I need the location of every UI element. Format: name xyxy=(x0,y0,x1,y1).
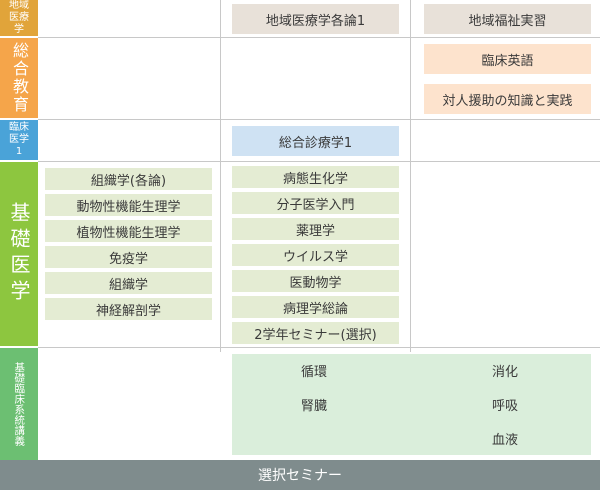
course-label: 総合診療学1 xyxy=(278,135,353,151)
row-divider xyxy=(38,37,600,38)
course-blood[interactable]: 血液 xyxy=(492,429,518,448)
course-histology[interactable]: 組織学 xyxy=(45,272,212,294)
course-label: 組織学(各論) xyxy=(90,173,167,189)
sidebar-community-medicine-label: 地域医療学 xyxy=(9,0,29,35)
course-label: 2学年セミナー(選択) xyxy=(254,327,377,343)
sidebar-general-education-label: 総合教育 xyxy=(10,42,29,114)
course-label: ウイルス学 xyxy=(282,249,348,265)
course-community-welfare-practicum[interactable]: 地域福祉実習 xyxy=(424,4,591,34)
row-divider xyxy=(38,119,600,120)
course-general-pathology[interactable]: 病理学総論 xyxy=(232,296,399,318)
course-label: 地域福祉実習 xyxy=(468,13,547,29)
sidebar-systems-lectures-label: 基礎臨床系統講義 xyxy=(13,362,26,446)
row-divider xyxy=(38,161,600,162)
sidebar-systems-lectures: 基礎臨床系統講義 xyxy=(0,348,38,460)
course-immunology[interactable]: 免疫学 xyxy=(45,246,212,268)
sidebar-community-medicine: 地域医療学 xyxy=(0,0,38,36)
course-community-medicine-1[interactable]: 地域医療学各論1 xyxy=(232,4,399,34)
course-intro-molecular-medicine[interactable]: 分子医学入門 xyxy=(232,192,399,214)
row-divider xyxy=(38,347,600,348)
course-pathological-biochemistry[interactable]: 病態生化学 xyxy=(232,166,399,188)
course-medical-zoology[interactable]: 医動物学 xyxy=(232,270,399,292)
sidebar-clinical-medicine-label: 臨床医学1 xyxy=(9,122,29,157)
column-divider xyxy=(410,0,411,352)
course-circulation[interactable]: 循環 xyxy=(301,361,327,380)
course-clinical-english[interactable]: 臨床英語 xyxy=(424,44,591,74)
course-label: 臨床英語 xyxy=(481,53,534,69)
course-general-medicine-1[interactable]: 総合診療学1 xyxy=(232,126,399,156)
course-second-year-seminar[interactable]: 2学年セミナー(選択) xyxy=(232,322,399,344)
course-virology[interactable]: ウイルス学 xyxy=(232,244,399,266)
course-label: 免疫学 xyxy=(108,251,148,267)
course-label: 神経解剖学 xyxy=(95,303,161,319)
course-animal-physiology[interactable]: 動物性機能生理学 xyxy=(45,194,212,216)
course-digestion[interactable]: 消化 xyxy=(492,361,518,380)
sidebar-basic-medicine: 基礎医学 xyxy=(0,162,38,346)
course-interpersonal-support[interactable]: 対人援助の知識と実践 xyxy=(424,84,591,114)
sidebar-basic-medicine-label: 基礎医学 xyxy=(7,202,31,306)
elective-seminar-label: 選択セミナー xyxy=(258,468,342,484)
course-kidney[interactable]: 腎臓 xyxy=(301,395,327,414)
course-label: 組織学 xyxy=(108,277,148,293)
course-label: 地域医療学各論1 xyxy=(265,13,366,29)
course-pharmacology[interactable]: 薬理学 xyxy=(232,218,399,240)
systems-lectures-panel xyxy=(232,354,591,455)
course-plant-physiology[interactable]: 植物性機能生理学 xyxy=(45,220,212,242)
course-label: 動物性機能生理学 xyxy=(76,199,181,215)
course-label: 病態生化学 xyxy=(282,171,348,187)
course-label: 分子医学入門 xyxy=(276,197,355,213)
course-neuroanatomy[interactable]: 神経解剖学 xyxy=(45,298,212,320)
course-label: 対人援助の知識と実践 xyxy=(442,93,573,109)
course-label: 医動物学 xyxy=(289,275,342,291)
course-label: 薬理学 xyxy=(295,223,335,239)
sidebar-general-education: 総合教育 xyxy=(0,38,38,118)
course-label: 植物性機能生理学 xyxy=(76,225,181,241)
elective-seminar-bar[interactable]: 選択セミナー xyxy=(0,460,600,490)
course-label: 病理学総論 xyxy=(282,301,348,317)
course-respiration[interactable]: 呼吸 xyxy=(492,395,518,414)
sidebar-clinical-medicine: 臨床医学1 xyxy=(0,120,38,160)
column-divider xyxy=(220,0,221,352)
course-histology-specific[interactable]: 組織学(各論) xyxy=(45,168,212,190)
